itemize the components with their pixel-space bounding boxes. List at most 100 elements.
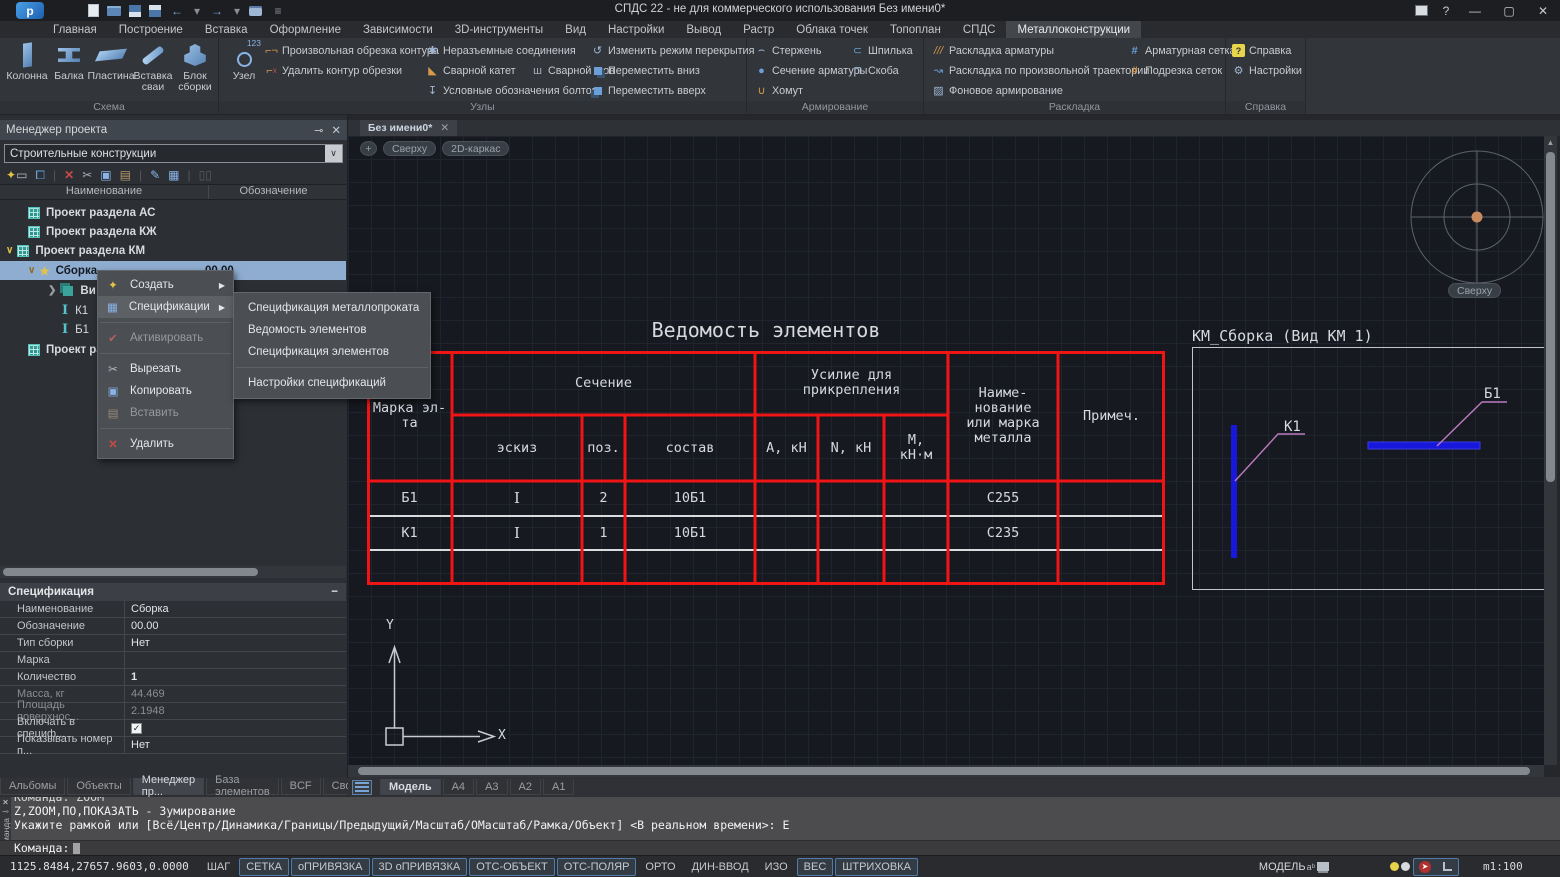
layout-tab-a4[interactable]: A4 bbox=[443, 779, 474, 795]
mark-label-b1[interactable]: Б1 bbox=[1484, 386, 1501, 402]
tab-spds[interactable]: СПДС bbox=[952, 21, 1007, 38]
toggle-shtrihovka[interactable]: ШТРИХОВКА bbox=[835, 858, 918, 876]
tab-oformlenie[interactable]: Оформление bbox=[259, 21, 352, 38]
menu-item-vyrezat[interactable]: ✂Вырезать bbox=[98, 358, 233, 380]
armaturnaya-setka-button[interactable]: #Арматурная сетка bbox=[1128, 42, 1236, 59]
tab-rastr[interactable]: Растр bbox=[732, 21, 785, 38]
tab-bcf[interactable]: BCF bbox=[281, 778, 321, 795]
model-space-label[interactable]: МОДЕЛЬ bbox=[1259, 861, 1306, 873]
tab-topoplan[interactable]: Топоплан bbox=[879, 21, 952, 38]
toggle-izo[interactable]: ИЗО bbox=[758, 858, 795, 876]
column-naimenovanie[interactable]: Наименование bbox=[0, 185, 208, 199]
raskladka-traektoriya-button[interactable]: ↝Раскладка по произвольной траектории bbox=[932, 62, 1149, 79]
scroll-up-icon[interactable]: ▲ bbox=[1544, 136, 1557, 149]
new-project-icon[interactable]: ✦▭ bbox=[6, 168, 27, 182]
toggle-ots-polyar[interactable]: ОТС-ПОЛЯР bbox=[557, 858, 637, 876]
fonovoe-armirovanie-button[interactable]: ▨Фоновое армирование bbox=[932, 82, 1063, 99]
balka-button[interactable]: Балка bbox=[48, 41, 90, 99]
grid-panel-icon[interactable] bbox=[1408, 0, 1434, 21]
toggle-oprivyazka[interactable]: оПРИВЯЗКА bbox=[291, 858, 370, 876]
submenu-item-nastroyki-spec[interactable]: Настройки спецификаций bbox=[234, 372, 430, 394]
command-input-row[interactable]: Команда: bbox=[0, 840, 1560, 855]
toggle-ots-obekt[interactable]: ОТС-ОБЪЕКТ bbox=[469, 858, 554, 876]
spec-table-icon[interactable]: ▦ bbox=[168, 168, 179, 182]
podrezka-setok-button[interactable]: #Подрезка сеток bbox=[1128, 62, 1222, 79]
column-oboznachenie[interactable]: Обозначение bbox=[208, 185, 338, 199]
submenu-item-spec-metalloprokata[interactable]: Спецификация металлопроката bbox=[234, 297, 430, 319]
svarnoy-katet-button[interactable]: ◣Сварной катет bbox=[426, 62, 516, 79]
ucs-toggle-icon[interactable] bbox=[1437, 858, 1457, 876]
chevron-expanded-icon[interactable]: ∨ bbox=[6, 245, 13, 256]
tab-obekty[interactable]: Объекты bbox=[67, 778, 130, 795]
peremestit-vniz-button[interactable]: Переместить вниз bbox=[591, 62, 700, 79]
layout-tab-a3[interactable]: A3 bbox=[476, 779, 507, 795]
doc-close-icon[interactable]: ✕ bbox=[440, 122, 449, 134]
collapse-icon[interactable]: − bbox=[331, 586, 338, 598]
toggle-setka[interactable]: СЕТКА bbox=[239, 858, 289, 876]
annotation-scale-icon[interactable]: aᵇ bbox=[1307, 858, 1315, 876]
mark-label-k1[interactable]: К1 bbox=[1284, 419, 1301, 435]
copy-icon[interactable]: ▣ bbox=[100, 168, 111, 182]
tab-menedzher-proekta[interactable]: Менеджер пр... bbox=[133, 778, 204, 795]
submenu-item-spec-elementov[interactable]: Спецификация элементов bbox=[234, 341, 430, 363]
panel-hscrollbar[interactable] bbox=[0, 566, 346, 578]
tab-oblaka-tochek[interactable]: Облака точек bbox=[785, 21, 879, 38]
panel-hscroll-thumb[interactable] bbox=[3, 568, 258, 576]
submenu-item-vedomost-elementov[interactable]: Ведомость элементов bbox=[234, 319, 430, 341]
prop-value[interactable]: 1 bbox=[125, 669, 346, 685]
tab-zavisimosti[interactable]: Зависимости bbox=[352, 21, 444, 38]
spravka-button[interactable]: ?Справка bbox=[1232, 42, 1291, 59]
canvas-vscrollbar[interactable]: ▲ bbox=[1544, 136, 1557, 765]
scale-indicator[interactable]: m1:100 bbox=[1461, 860, 1545, 873]
canvas-hscrollbar[interactable] bbox=[348, 765, 1544, 777]
tab-baza-elementov[interactable]: База элементов bbox=[206, 778, 279, 795]
menu-item-specifikacii[interactable]: ▦Спецификации▶ bbox=[98, 296, 233, 318]
prop-value[interactable]: Сборка bbox=[125, 601, 346, 617]
include-in-spec-checkbox[interactable]: ✓ bbox=[131, 723, 142, 734]
panel-close-icon[interactable]: ✕ bbox=[331, 123, 341, 137]
blok-sborki-button[interactable]: Блок сборки bbox=[174, 41, 216, 99]
minimize-button[interactable]: — bbox=[1458, 0, 1492, 21]
tree-item-proekt-as[interactable]: Проект раздела АС bbox=[0, 203, 346, 222]
command-pin-icon[interactable]: ⊸ bbox=[2, 807, 9, 816]
chevron-collapsed-icon[interactable]: ❯ bbox=[48, 285, 56, 296]
canvas-hscroll-thumb[interactable] bbox=[358, 767, 1530, 775]
navigation-compass[interactable] bbox=[1407, 147, 1544, 287]
command-close-icon[interactable]: ✕ bbox=[2, 798, 9, 807]
lamp-cursor-icon[interactable] bbox=[1390, 858, 1399, 876]
proizvolnaya-obrezka-button[interactable]: ⌐¬Произвольная обрезка контура bbox=[265, 42, 439, 59]
viewport-plus-button[interactable]: + bbox=[360, 141, 377, 156]
prop-value[interactable]: Нет bbox=[125, 737, 346, 753]
nerazemnye-soedineniya-button[interactable]: ✱Неразъемные соединения bbox=[426, 42, 576, 59]
toggle-din-vvod[interactable]: ДИН-ВВОД bbox=[685, 858, 756, 876]
lamp-icon[interactable] bbox=[1401, 858, 1410, 876]
tab-nastroyki[interactable]: Настройки bbox=[597, 21, 675, 38]
kolonna-button[interactable]: Колонна bbox=[6, 41, 48, 99]
visual-style-button[interactable]: 2D-каркас bbox=[442, 141, 509, 156]
cut-icon[interactable]: ✂ bbox=[82, 168, 92, 182]
prop-value[interactable] bbox=[125, 652, 346, 668]
udalit-kontur-button[interactable]: ⌐xУдалить контур обрезки bbox=[265, 62, 402, 79]
tab-postroenie[interactable]: Построение bbox=[108, 21, 194, 38]
pin-icon[interactable]: ⊸ bbox=[314, 124, 323, 137]
skoba-button[interactable]: ⊓Скоба bbox=[851, 62, 899, 79]
monitor-icon[interactable] bbox=[1317, 858, 1329, 876]
layout-tab-a2[interactable]: A2 bbox=[510, 779, 541, 795]
document-tab[interactable]: Без имени0*✕ bbox=[360, 120, 457, 136]
plastina-button[interactable]: Пластина bbox=[90, 41, 132, 99]
rezhim-perekrytiya-button[interactable]: ↺Изменить режим перекрытия bbox=[591, 42, 754, 59]
menu-item-udalit[interactable]: ✕Удалить bbox=[98, 433, 233, 455]
tree-item-proekt-km[interactable]: ∨Проект раздела КМ bbox=[0, 241, 346, 260]
vstavka-svai-button[interactable]: Вставка сваи bbox=[132, 41, 174, 99]
layout-list-icon[interactable] bbox=[352, 780, 372, 795]
chevron-expanded-icon[interactable]: ∨ bbox=[28, 265, 35, 276]
edit-icon[interactable]: ✎ bbox=[150, 168, 160, 182]
project-type-combo[interactable]: Строительные конструкции ∨ bbox=[4, 144, 343, 163]
view-direction-button[interactable]: Сверху bbox=[383, 141, 436, 156]
drawing-canvas[interactable]: + Сверху 2D-каркас Сверху Ведомость элем… bbox=[348, 136, 1544, 765]
compass-view-label[interactable]: Сверху bbox=[1448, 283, 1501, 298]
uzel-button[interactable]: 123 Узел bbox=[223, 41, 265, 99]
prop-value[interactable]: 00.00 bbox=[125, 618, 346, 634]
sterzhen-button[interactable]: ⌢Стержень bbox=[755, 42, 821, 59]
shpilka-button[interactable]: ⊂Шпилька bbox=[851, 42, 913, 59]
